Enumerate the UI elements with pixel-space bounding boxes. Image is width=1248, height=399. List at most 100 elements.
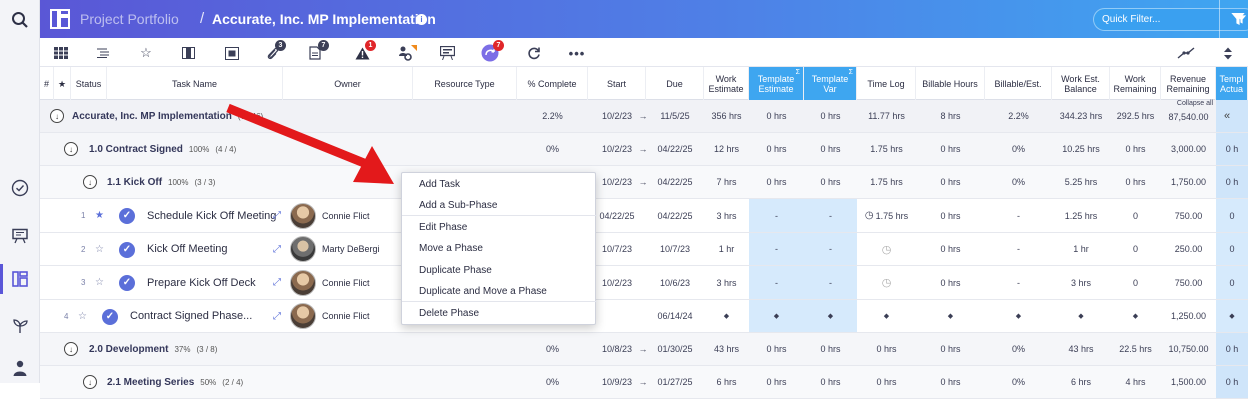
due-cell[interactable]: 04/22/25 bbox=[646, 199, 704, 232]
menu-item-duplicate-phase[interactable]: Duplicate Phase bbox=[402, 260, 597, 281]
focus-frame-icon[interactable] bbox=[222, 43, 242, 63]
expand-icon[interactable]: ⤢ bbox=[273, 300, 281, 332]
due-cell[interactable]: 10/6/23 bbox=[646, 266, 704, 299]
collapse-toggle-icon[interactable]: ↓ bbox=[83, 375, 97, 389]
info-icon[interactable]: i bbox=[416, 14, 427, 25]
billable-hours-cell: 8 hrs bbox=[940, 111, 961, 121]
time-log-clock-icon[interactable]: ◷ bbox=[857, 266, 916, 299]
refresh-icon[interactable] bbox=[524, 43, 544, 63]
col-template-var[interactable]: Template Var Σ bbox=[804, 67, 857, 100]
expand-icon[interactable]: ⤢ bbox=[273, 233, 281, 265]
work-est-balance-cell: 5.25 hrs bbox=[1064, 177, 1098, 187]
completed-check-icon[interactable]: ✓ bbox=[102, 309, 118, 325]
col-owner[interactable]: Owner bbox=[283, 67, 413, 100]
menu-item-add-sub-phase[interactable]: Add a Sub-Phase bbox=[402, 195, 597, 216]
menu-item-duplicate-and-move-phase[interactable]: Duplicate and Move a Phase bbox=[402, 281, 597, 302]
col-pct-complete[interactable]: % Complete bbox=[517, 67, 588, 100]
notes-icon[interactable]: 7 bbox=[305, 40, 329, 63]
risk-warning-icon[interactable]: 1 bbox=[352, 40, 376, 63]
filter-icon[interactable] bbox=[1230, 11, 1246, 27]
owner-name[interactable]: Connie Flict bbox=[322, 300, 370, 332]
menu-item-add-task[interactable]: Add Task bbox=[402, 174, 597, 195]
project-portfolio-icon[interactable] bbox=[8, 267, 32, 291]
owner-name[interactable]: Marty DeBergi bbox=[322, 233, 380, 265]
col-work-estimate[interactable]: Work Estimate bbox=[704, 67, 749, 100]
task-name[interactable]: Prepare Kick Off Deck bbox=[147, 266, 256, 299]
col-start[interactable]: Start bbox=[588, 67, 646, 100]
due-cell[interactable]: 10/7/23 bbox=[646, 233, 704, 265]
owner-name[interactable]: Connie Flict bbox=[322, 266, 370, 299]
col-status[interactable]: Status bbox=[71, 67, 107, 100]
collapse-toggle-icon[interactable]: ↓ bbox=[50, 109, 64, 123]
sort-icon[interactable] bbox=[1218, 43, 1238, 63]
grid-view-icon[interactable] bbox=[51, 43, 71, 63]
col-template-estimate[interactable]: Template Estimate Σ bbox=[749, 67, 804, 100]
task-name[interactable]: Kick Off Meeting bbox=[147, 233, 228, 265]
dependencies-icon[interactable] bbox=[1176, 43, 1196, 63]
breadcrumb-project-portfolio[interactable]: Project Portfolio bbox=[80, 11, 179, 27]
due-cell: 01/30/25 bbox=[657, 344, 693, 354]
template-actual-cell: 0 h bbox=[1216, 133, 1248, 165]
board-view-icon[interactable] bbox=[437, 43, 457, 63]
check-circle-icon[interactable] bbox=[8, 176, 32, 200]
owner-name[interactable]: Connie Flict bbox=[322, 199, 370, 232]
time-log-clock-icon[interactable]: ◷ bbox=[857, 233, 916, 265]
sync-integration-icon[interactable]: 7 bbox=[480, 40, 504, 63]
pct-complete-cell: 0% bbox=[545, 344, 559, 354]
task-row[interactable]: 4 ☆ ✓ Contract Signed Phase... ⤢ Connie … bbox=[40, 300, 1248, 333]
work-estimate-cell[interactable]: 1 hr bbox=[704, 233, 749, 265]
work-est-balance-cell: 344.23 hrs bbox=[1059, 111, 1103, 121]
search-icon[interactable] bbox=[8, 8, 32, 32]
col-task-name[interactable]: Task Name bbox=[107, 67, 283, 100]
presentation-board-icon[interactable] bbox=[8, 224, 32, 248]
resource-gears-icon[interactable] bbox=[397, 43, 417, 63]
sprout-icon[interactable] bbox=[8, 314, 32, 338]
columns-icon[interactable] bbox=[178, 43, 198, 63]
more-options-icon[interactable]: ••• bbox=[567, 43, 587, 63]
star-outline-icon[interactable]: ☆ bbox=[78, 300, 87, 332]
people-icon[interactable] bbox=[8, 356, 32, 380]
due-cell[interactable]: 06/14/24 bbox=[646, 300, 704, 332]
menu-item-edit-phase[interactable]: Edit Phase bbox=[402, 217, 597, 238]
completed-check-icon[interactable]: ✓ bbox=[119, 275, 135, 291]
collapse-toggle-icon[interactable]: ↓ bbox=[64, 142, 78, 156]
task-name[interactable]: Schedule Kick Off Meeting bbox=[147, 199, 276, 232]
collapse-toggle-icon[interactable]: ↓ bbox=[83, 175, 97, 189]
phase-row[interactable]: ↓ 2.0 Development 37% (3 / 8) 0% 10/8/23 →… bbox=[40, 333, 1248, 366]
star-filled-icon[interactable]: ★ bbox=[95, 199, 104, 232]
task-name[interactable]: Contract Signed Phase... bbox=[130, 300, 252, 332]
col-billable-hours[interactable]: Billable Hours bbox=[916, 67, 985, 100]
avatar bbox=[290, 270, 316, 296]
col-template-actual[interactable]: Templ Actua bbox=[1216, 67, 1248, 100]
menu-item-move-phase[interactable]: Move a Phase bbox=[402, 238, 597, 259]
col-time-log[interactable]: Time Log bbox=[857, 67, 916, 100]
menu-item-delete-phase[interactable]: Delete Phase bbox=[402, 303, 597, 324]
col-star[interactable]: ★ bbox=[54, 67, 71, 100]
task-row[interactable]: 1 ★ ✓ Schedule Kick Off Meeting ⤢ Connie… bbox=[40, 199, 1248, 233]
completed-check-icon[interactable]: ✓ bbox=[119, 242, 135, 258]
expand-icon[interactable]: ⤢ bbox=[273, 266, 281, 299]
col-work-remaining[interactable]: Work Remaining bbox=[1110, 67, 1161, 100]
star-outline-icon[interactable]: ☆ bbox=[95, 266, 104, 299]
col-due[interactable]: Due bbox=[646, 67, 704, 100]
expand-icon[interactable]: ⤢ bbox=[273, 199, 281, 232]
work-estimate-cell[interactable]: 3 hrs bbox=[704, 266, 749, 299]
quick-filter-input[interactable]: Quick Filter... bbox=[1093, 8, 1248, 31]
task-row[interactable]: 3 ☆ ✓ Prepare Kick Off Deck ⤢ Connie Fli… bbox=[40, 266, 1248, 300]
indent-list-icon[interactable] bbox=[93, 43, 113, 63]
task-row[interactable]: 2 ☆ ✓ Kick Off Meeting ⤢ Marty DeBergi 1… bbox=[40, 233, 1248, 266]
time-log-cell[interactable]: ◷ 1.75 hrs bbox=[857, 199, 916, 232]
collapse-toggle-icon[interactable]: ↓ bbox=[64, 342, 78, 356]
star-outline-icon[interactable]: ☆ bbox=[136, 43, 156, 63]
completed-check-icon[interactable]: ✓ bbox=[119, 208, 135, 224]
attachments-icon[interactable]: 3 bbox=[262, 40, 286, 63]
scroll-left-icon[interactable]: « bbox=[1224, 110, 1230, 122]
col-revenue-remaining[interactable]: Revenue Remaining bbox=[1161, 67, 1216, 100]
col-billable-est[interactable]: Billable/Est. bbox=[985, 67, 1052, 100]
col-resource-type[interactable]: Resource Type bbox=[413, 67, 517, 100]
col-hash[interactable]: # bbox=[40, 67, 54, 100]
star-outline-icon[interactable]: ☆ bbox=[95, 233, 104, 265]
col-work-est-balance[interactable]: Work Est. Balance bbox=[1052, 67, 1110, 100]
revenue-remaining-cell: 250.00 bbox=[1174, 244, 1203, 254]
work-estimate-cell[interactable]: 3 hrs bbox=[704, 199, 749, 232]
